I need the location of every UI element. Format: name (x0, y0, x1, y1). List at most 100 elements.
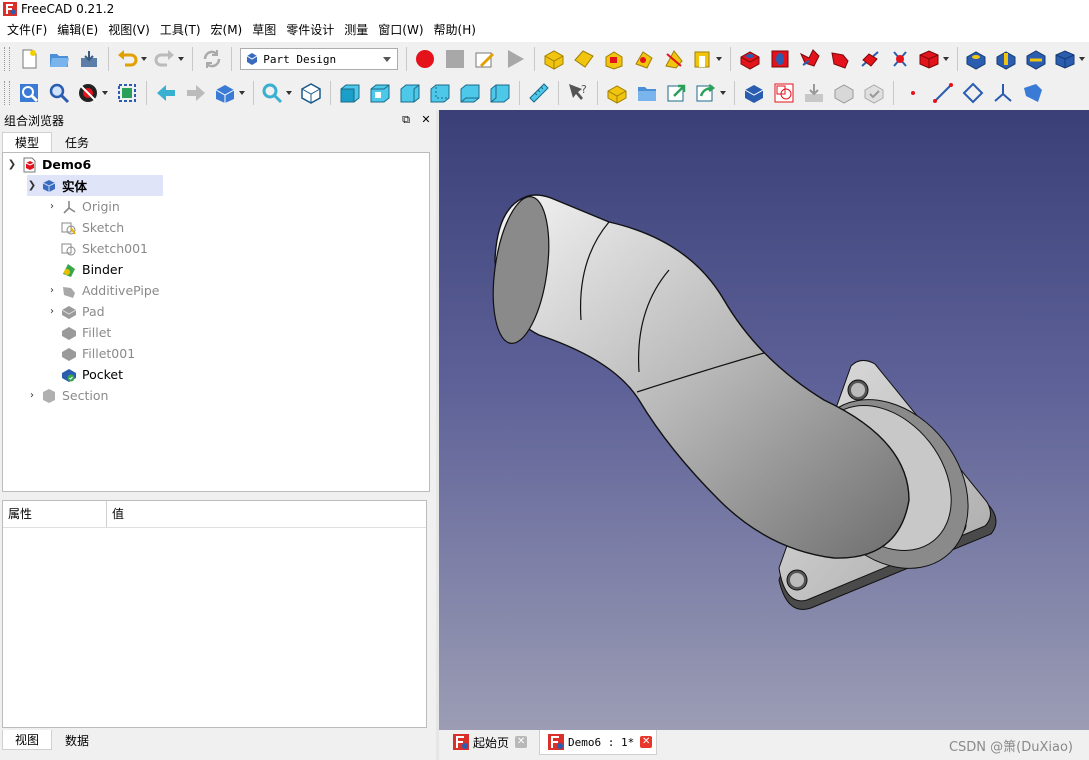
view-left-button[interactable] (488, 81, 512, 105)
compound-button[interactable] (832, 81, 856, 105)
menu-window[interactable]: 窗口(W) (373, 18, 428, 42)
create-clone-button[interactable] (602, 47, 626, 71)
sketch-point-button[interactable] (901, 81, 925, 105)
float-panel-icon[interactable]: ⧉ (400, 114, 412, 126)
shape-binder-button[interactable] (632, 47, 656, 71)
tree-item-binder[interactable]: Binder (47, 259, 123, 280)
bounding-box-button[interactable] (115, 81, 139, 105)
3d-viewport[interactable] (439, 110, 1089, 730)
tree-item-body[interactable]: ❯ 实体 (27, 175, 163, 196)
sketch-polygon-button[interactable] (961, 81, 985, 105)
menu-help[interactable]: 帮助(H) (429, 18, 481, 42)
workbench-select[interactable]: Part Design (240, 48, 398, 70)
pad-button[interactable] (738, 47, 762, 71)
tree-item-additivepipe[interactable]: › AdditivePipe (47, 280, 160, 301)
create-link-button[interactable] (665, 81, 689, 105)
menu-tools[interactable]: 工具(T) (155, 18, 206, 42)
tree-item-fillet[interactable]: Fillet (47, 322, 111, 343)
fit-all-button[interactable] (17, 81, 41, 105)
view-right-button[interactable] (398, 81, 422, 105)
datum-button[interactable] (692, 47, 724, 71)
tab-start-page[interactable]: 起始页 ✕ (445, 730, 528, 754)
view-forward-button[interactable] (184, 81, 208, 105)
open-file-button[interactable] (47, 47, 71, 71)
refresh-button[interactable] (200, 47, 224, 71)
create-group-button[interactable] (635, 81, 659, 105)
create-part-button[interactable] (572, 47, 596, 71)
expand-arrow-icon[interactable]: › (27, 390, 37, 401)
additive-primitive-button[interactable] (918, 47, 950, 71)
additive-helix-button[interactable] (858, 47, 882, 71)
tree-item-document[interactable]: ❯ Demo6 (7, 154, 91, 175)
macro-run-button[interactable] (503, 47, 527, 71)
tree-item-pad[interactable]: › Pad (47, 301, 105, 322)
view-rear-button[interactable] (428, 81, 452, 105)
create-body-button[interactable] (542, 47, 566, 71)
sketch-axis-button[interactable] (991, 81, 1015, 105)
macro-record-button[interactable] (414, 47, 438, 71)
additive-pipe-button[interactable] (828, 47, 852, 71)
tab-view[interactable]: 视图 (2, 730, 53, 750)
new-file-button[interactable] (17, 47, 41, 71)
undo-button[interactable] (116, 47, 148, 71)
groove-button[interactable] (1024, 47, 1048, 71)
menu-macro[interactable]: 宏(M) (206, 18, 248, 42)
std-views-button[interactable] (214, 81, 246, 105)
subshape-binder-button[interactable] (662, 47, 686, 71)
view-front-button[interactable] (338, 81, 362, 105)
expand-arrow-icon[interactable]: › (47, 285, 57, 296)
close-tab-icon[interactable]: ✕ (640, 736, 653, 748)
macro-stop-button[interactable] (443, 47, 467, 71)
close-tab-icon[interactable]: ✕ (515, 736, 528, 748)
menu-file[interactable]: 文件(F) (2, 18, 52, 42)
collapse-arrow-icon[interactable]: ❯ (27, 180, 37, 191)
toolbar-grip[interactable] (4, 81, 10, 105)
toolbar-grip[interactable] (4, 47, 10, 71)
hole-button[interactable] (994, 47, 1018, 71)
menu-part-design[interactable]: 零件设计 (281, 18, 339, 42)
revolution-button[interactable] (768, 47, 792, 71)
pipe-model[interactable] (439, 110, 1089, 730)
fit-selection-button[interactable] (47, 81, 71, 105)
pipe-body[interactable] (485, 193, 910, 559)
menu-view[interactable]: 视图(V) (103, 18, 155, 42)
close-panel-icon[interactable]: ✕ (420, 114, 432, 126)
tree-item-origin[interactable]: › Origin (47, 196, 120, 217)
tree-item-sketch[interactable]: Sketch (47, 217, 124, 238)
check-geometry-button[interactable] (862, 81, 886, 105)
whats-this-button[interactable]: ? (566, 81, 590, 105)
zoom-button[interactable] (261, 81, 293, 105)
tab-model[interactable]: 模型 (2, 132, 53, 152)
view-bottom-button[interactable] (458, 81, 482, 105)
import-button[interactable] (802, 81, 826, 105)
property-column-header[interactable]: 属性 (3, 501, 107, 527)
expand-arrow-icon[interactable]: › (47, 201, 57, 212)
tab-data[interactable]: 数据 (52, 730, 102, 750)
subtractive-primitive-button[interactable] (1054, 47, 1086, 71)
tree-item-pocket[interactable]: Pocket (47, 364, 123, 385)
new-sketch-button[interactable] (772, 81, 796, 105)
tab-demo6[interactable]: Demo6 : 1* ✕ (539, 730, 658, 755)
view-top-button[interactable] (368, 81, 392, 105)
macro-edit-button[interactable] (473, 47, 497, 71)
additive-loft-button[interactable] (798, 47, 822, 71)
sketch-plane-button[interactable] (1021, 81, 1045, 105)
tree-item-sketch001[interactable]: Sketch001 (47, 238, 148, 259)
expand-arrow-icon[interactable]: › (47, 306, 57, 317)
tree-item-section[interactable]: › Section (27, 385, 108, 406)
tree-item-fillet001[interactable]: Fillet001 (47, 343, 135, 364)
menu-measure[interactable]: 测量 (339, 18, 373, 42)
draw-style-button[interactable] (77, 81, 109, 105)
view-isometric-button[interactable] (299, 81, 323, 105)
redo-button[interactable] (154, 47, 186, 71)
view-back-button[interactable] (154, 81, 178, 105)
value-column-header[interactable]: 值 (107, 501, 124, 527)
tab-tasks[interactable]: 任务 (52, 132, 102, 152)
menu-edit[interactable]: 编辑(E) (52, 18, 103, 42)
menu-sketch[interactable]: 草图 (247, 18, 281, 42)
collapse-arrow-icon[interactable]: ❯ (7, 159, 17, 170)
pipe-sweep-button[interactable] (888, 47, 912, 71)
sketch-attach-button[interactable] (742, 81, 766, 105)
link-actions-button[interactable] (695, 81, 727, 105)
measure-distance-button[interactable] (527, 81, 551, 105)
